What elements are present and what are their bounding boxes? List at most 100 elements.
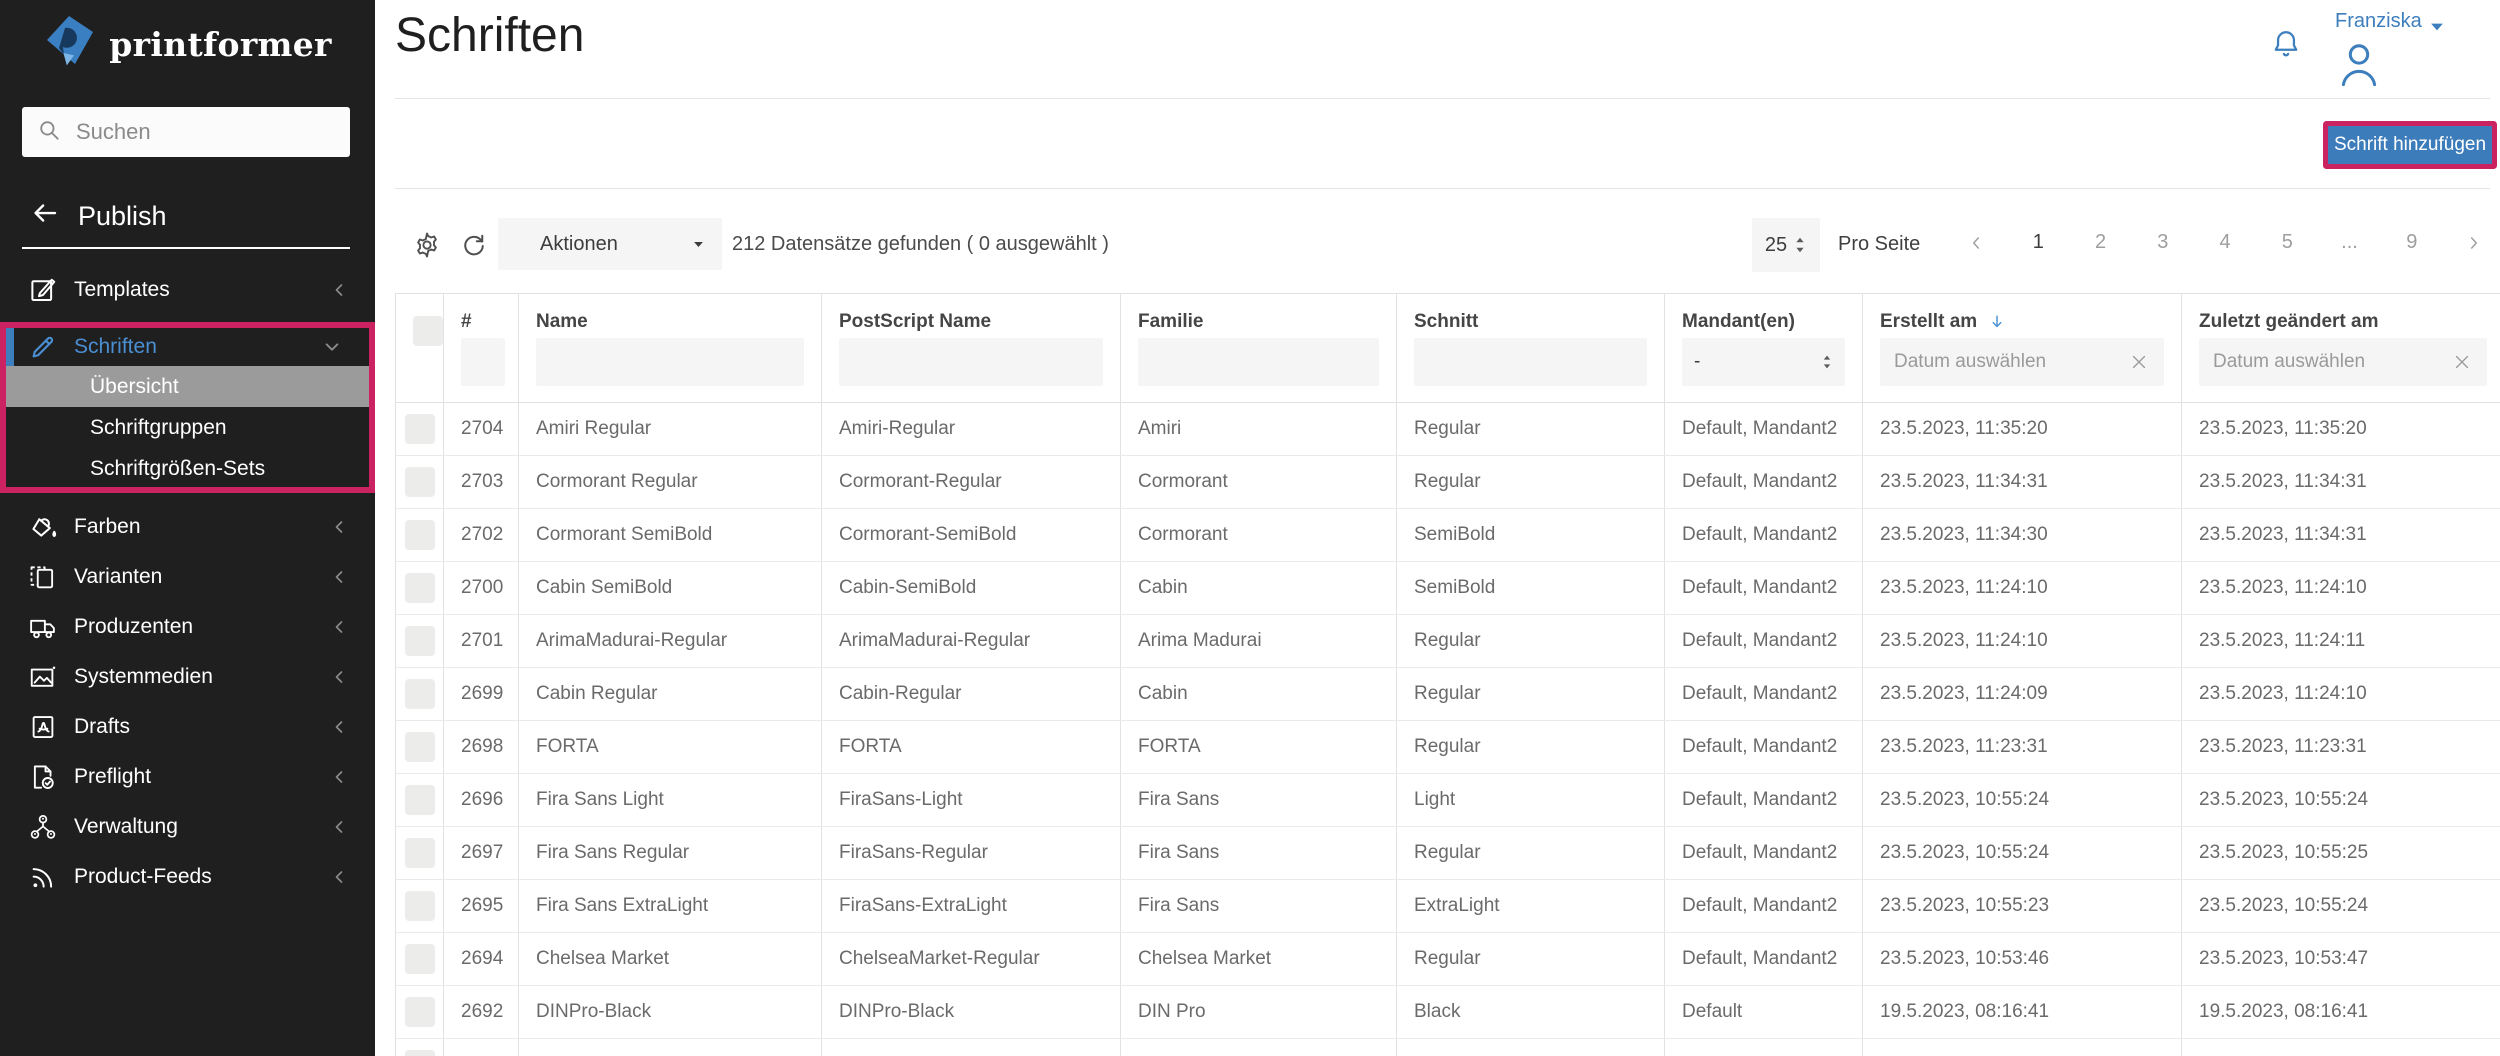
sidebar-item-produzenten[interactable]: Produzenten xyxy=(0,602,375,652)
row-checkbox[interactable] xyxy=(405,1050,435,1056)
cell: FORTA xyxy=(822,721,1121,773)
schriften-submenu: ÜbersichtSchriftgruppenSchriftgrößen-Set… xyxy=(6,366,369,489)
cell: 23.5.2023, 11:24:09 xyxy=(1863,668,2182,720)
sidebar-item-varianten[interactable]: Varianten xyxy=(0,552,375,602)
table-header: # Name PostScript Name Familie Schnitt xyxy=(396,294,2500,403)
table-row[interactable]: 2697Fira Sans RegularFiraSans-RegularFir… xyxy=(396,827,2500,880)
table-row[interactable]: 2694Chelsea MarketChelseaMarket-RegularC… xyxy=(396,933,2500,986)
table-row[interactable]: 2699Cabin RegularCabin-RegularCabinRegul… xyxy=(396,668,2500,721)
row-checkbox[interactable] xyxy=(405,785,435,815)
table-row[interactable]: 2701ArimaMadurai-RegularArimaMadurai-Reg… xyxy=(396,615,2500,668)
table-row[interactable]: 2692DINPro-BlackDINPro-BlackDIN ProBlack… xyxy=(396,986,2500,1039)
cell: 2698 xyxy=(444,721,519,773)
row-checkbox[interactable] xyxy=(405,838,435,868)
cell: Regular xyxy=(1397,668,1665,720)
cell: Cabin-SemiBold xyxy=(822,562,1121,614)
sidebar-subitem-schriftgr-en-sets[interactable]: Schriftgrößen-Sets xyxy=(6,448,369,489)
row-checkbox[interactable] xyxy=(405,573,435,603)
pagination-page-5[interactable]: 5 xyxy=(2276,231,2298,254)
table-row[interactable]: 2696Fira Sans LightFiraSans-LightFira Sa… xyxy=(396,774,2500,827)
row-checkbox[interactable] xyxy=(405,944,435,974)
user-avatar-icon[interactable] xyxy=(2333,38,2385,95)
cell: Regular xyxy=(1397,403,1665,455)
search-input[interactable] xyxy=(74,118,336,146)
cell: 19.5.2023, 08:16:41 xyxy=(1863,986,2182,1038)
row-checkbox[interactable] xyxy=(405,891,435,921)
sidebar-item-farben[interactable]: Farben xyxy=(0,502,375,552)
cell: 19.5.2023, 08:16:41 xyxy=(1863,1039,2182,1056)
chevron-left-icon xyxy=(327,865,351,889)
pagination-prev-icon[interactable] xyxy=(1965,232,1987,254)
add-font-button[interactable]: Schrift hinzufügen xyxy=(2328,126,2492,164)
header-erstellt-am: Erstellt am Datum auswählen xyxy=(1863,294,2182,402)
cell: ChelseaMarket-Regular xyxy=(822,933,1121,985)
gear-icon[interactable] xyxy=(412,230,442,265)
cell: Amiri xyxy=(1121,403,1397,455)
cell: Regular xyxy=(1397,615,1665,667)
table-row[interactable]: 2702Cormorant SemiBoldCormorant-SemiBold… xyxy=(396,509,2500,562)
pagination-page-4[interactable]: 4 xyxy=(2214,231,2236,254)
sidebar-item-product-feeds[interactable]: Product-Feeds xyxy=(0,852,375,902)
chevron-left-icon xyxy=(327,615,351,639)
row-checkbox[interactable] xyxy=(405,467,435,497)
table-row[interactable]: 2703Cormorant RegularCormorant-RegularCo… xyxy=(396,456,2500,509)
sidebar-item-verwaltung[interactable]: Verwaltung xyxy=(0,802,375,852)
filter-geaendert-datepicker[interactable]: Datum auswählen xyxy=(2199,338,2487,386)
clear-x-icon[interactable] xyxy=(2451,351,2473,373)
row-checkbox[interactable] xyxy=(405,414,435,444)
pagination-page-2[interactable]: 2 xyxy=(2090,231,2112,254)
cell: 23.5.2023, 10:53:46 xyxy=(1863,933,2182,985)
cell: Default, Mandant2 xyxy=(1665,721,1863,773)
cell: Chelsea Market xyxy=(519,933,822,985)
pagination-page-9[interactable]: 9 xyxy=(2401,231,2423,254)
fonts-table: # Name PostScript Name Familie Schnitt xyxy=(395,293,2500,1056)
notifications-bell-icon[interactable] xyxy=(2268,26,2304,67)
user-menu-name[interactable]: Franziska xyxy=(2335,10,2422,33)
pagination-next-icon[interactable] xyxy=(2463,232,2485,254)
filter-postscript-input[interactable] xyxy=(839,338,1103,386)
chevron-left-icon xyxy=(327,815,351,839)
pagination-page-1[interactable]: 1 xyxy=(2027,231,2049,254)
user-menu-caret-icon[interactable] xyxy=(2427,17,2447,42)
table-row[interactable]: 2700Cabin SemiBoldCabin-SemiBoldCabinSem… xyxy=(396,562,2500,615)
table-row[interactable]: 2693DINProDINProDIN ProRegularDefault19.… xyxy=(396,1039,2500,1056)
per-page-select[interactable]: 25 xyxy=(1752,218,1820,272)
select-all-checkbox[interactable] xyxy=(413,316,443,346)
printformer-logo-icon xyxy=(43,14,95,75)
row-checkbox[interactable] xyxy=(405,732,435,762)
filter-id-input[interactable] xyxy=(461,338,505,386)
table-row[interactable]: 2704Amiri RegularAmiri-RegularAmiriRegul… xyxy=(396,403,2500,456)
table-row[interactable]: 2698FORTAFORTAFORTARegularDefault, Manda… xyxy=(396,721,2500,774)
cell: SemiBold xyxy=(1397,509,1665,561)
pagination-page-3[interactable]: 3 xyxy=(2152,231,2174,254)
row-checkbox[interactable] xyxy=(405,520,435,550)
row-checkbox[interactable] xyxy=(405,997,435,1027)
per-page-value: 25 xyxy=(1765,234,1787,257)
sidebar-item-preflight[interactable]: Preflight xyxy=(0,752,375,802)
clear-x-icon[interactable] xyxy=(2128,351,2150,373)
sidebar-item-templates[interactable]: Templates xyxy=(0,265,375,315)
filter-mandant-select[interactable]: - xyxy=(1682,338,1845,386)
actions-dropdown[interactable]: Aktionen xyxy=(498,218,722,270)
sidebar-item-schriften[interactable]: Schriften xyxy=(6,328,369,366)
refresh-icon[interactable] xyxy=(459,230,489,265)
sidebar-subitem--bersicht[interactable]: Übersicht xyxy=(6,366,369,407)
sidebar-nav-bottom: FarbenVariantenProduzentenSystemmedienDr… xyxy=(0,502,375,902)
filter-schnitt-input[interactable] xyxy=(1414,338,1647,386)
subheader-divider xyxy=(395,188,2490,189)
publish-back[interactable]: Publish xyxy=(30,198,167,235)
chevron-left-icon xyxy=(327,715,351,739)
filter-name-input[interactable] xyxy=(536,338,804,386)
filter-erstellt-datepicker[interactable]: Datum auswählen xyxy=(1880,338,2164,386)
filter-familie-input[interactable] xyxy=(1138,338,1379,386)
row-checkbox[interactable] xyxy=(405,679,435,709)
sidebar-item-drafts[interactable]: Drafts xyxy=(0,702,375,752)
table-row[interactable]: 2695Fira Sans ExtraLightFiraSans-ExtraLi… xyxy=(396,880,2500,933)
chevron-left-icon xyxy=(327,278,351,302)
sidebar-subitem-schriftgruppen[interactable]: Schriftgruppen xyxy=(6,407,369,448)
cell: 2694 xyxy=(444,933,519,985)
printformer-logo[interactable]: printformer xyxy=(0,14,375,75)
row-checkbox[interactable] xyxy=(405,626,435,656)
cell: FiraSans-ExtraLight xyxy=(822,880,1121,932)
sidebar-item-systemmedien[interactable]: Systemmedien xyxy=(0,652,375,702)
